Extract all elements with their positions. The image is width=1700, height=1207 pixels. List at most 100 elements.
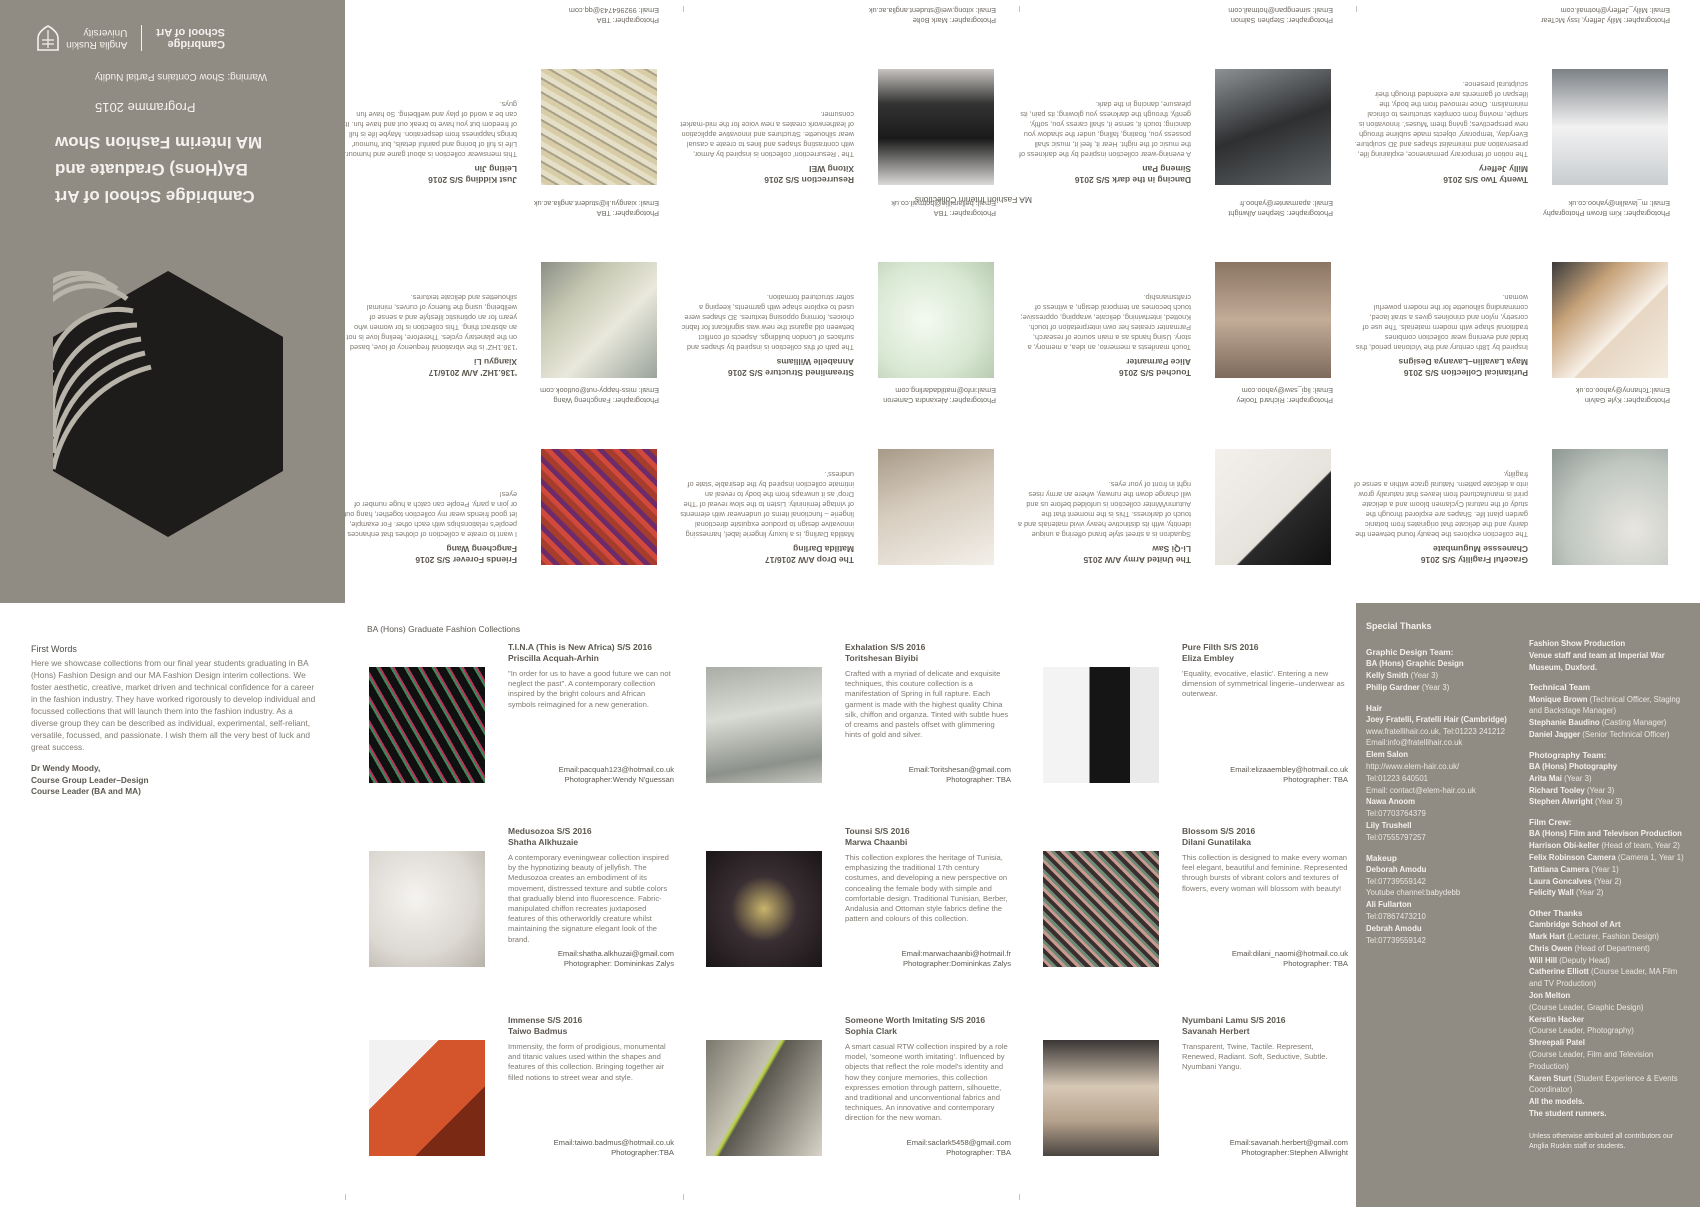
collection-text: Pure Filth S/S 2016 Eliza Embley 'Equality…: [1182, 642, 1348, 700]
photographer-credit: Photographer: TBA: [1283, 959, 1348, 968]
collection-contact: Email:pacquah123@hotmail.co.uk Photograph…: [508, 765, 674, 785]
photographer-credit: Photographer: Domininkas Zalys: [563, 959, 674, 968]
thanks-contact: Tel:07555797257: [1366, 832, 1426, 842]
person-name: Philip Gardner: [1366, 682, 1420, 692]
email-link[interactable]: Email:Tchanny@yahoo.co.uk: [1354, 385, 1674, 395]
photographer-credit: Photographer:TBA: [611, 1148, 674, 1157]
collection-description: Inspired by 18th century and the Victori…: [1355, 293, 1528, 353]
collection-title: Blossom S/S 2016: [1182, 826, 1256, 836]
thanks-person: Stephen Alwright (Year 3): [1529, 796, 1689, 808]
collection-contact: Email:Toritshesan@gmail.com Photographer:…: [845, 765, 1011, 785]
collection-photo: [706, 667, 822, 783]
thanks-group-heading: Photography Team:: [1529, 749, 1607, 760]
collection-text: Someone Worth Imitating S/S 2016 Sophia C…: [845, 1015, 1011, 1124]
email-link[interactable]: Email:savanah.herbert@gmail.com: [1182, 1138, 1348, 1148]
collection-photo: [1552, 69, 1668, 185]
collection-photo: [706, 1040, 822, 1156]
thanks-person: Stephanie Baudino (Casting Manager): [1529, 717, 1689, 729]
thanks-contact: Youtube channel:babydebb: [1366, 888, 1461, 898]
collection-title: Puritanical Collection S/S 2016: [1403, 368, 1528, 378]
thanks-line: Lily Trushell: [1366, 820, 1412, 830]
photographer-credit: Photographer:Domininkas Zalys: [902, 959, 1011, 968]
collection-contact: Email:savanah.herbert@gmail.com Photograp…: [1182, 1138, 1348, 1158]
person-role: (Deputy Head): [1557, 955, 1610, 965]
collection-photo: [1552, 262, 1668, 378]
thanks-person: Laura Goncalves (Year 2): [1529, 876, 1689, 888]
collection-title: Pure Filth S/S 2016: [1182, 642, 1259, 652]
email-link[interactable]: Email:taiwo.badmus@hotmail.co.uk: [508, 1138, 674, 1148]
thanks-contact: Tel:07739559142: [1366, 935, 1426, 945]
person-role: (Lecturer, Fashion Design): [1564, 932, 1660, 942]
email-link[interactable]: Email:elizaaembley@hotmail.co.uk: [1182, 765, 1348, 775]
email-link[interactable]: Email:Toritshesan@gmail.com: [845, 765, 1011, 775]
collection-photo: [1043, 1040, 1159, 1156]
person-name: Felix Robinson Camera: [1529, 852, 1616, 862]
person-role: (Head of Department): [1572, 943, 1650, 953]
collection-contact: Email:taiwo.badmus@hotmail.co.uk Photogra…: [508, 1138, 674, 1158]
collection-text: Tounsi S/S 2016 Marwa Chaanbi This collect…: [845, 826, 1011, 924]
thanks-line: Deborah Amodu: [1366, 864, 1427, 874]
email-link[interactable]: Email: Milly_Jeffery@hotmail.com: [1354, 5, 1674, 15]
collection-description: This collection is designed to make ever…: [1182, 852, 1348, 893]
collection-contact: Email:marwachaanbi@hotmail.fr Photographe…: [845, 949, 1011, 969]
email-link[interactable]: Email: m_lavallin@yahoo.co.uk: [1354, 198, 1674, 208]
photographer-credit: Photographer: Kim Brown Photography: [1543, 209, 1670, 218]
thanks-line: Joey Fratelli, Fratelli Hair (Cambridge): [1366, 714, 1507, 724]
thanks-column: Fashion Show Production Venue staff and t…: [1529, 638, 1689, 1152]
person-role: (Year 2): [1573, 888, 1604, 898]
collection-contact: Email:dilani_naomi@hotmail.co.uk Photogra…: [1182, 949, 1348, 969]
thanks-person: Richard Tooley (Year 3): [1529, 785, 1689, 797]
photographer-credit: Photographer: TBA: [1283, 775, 1348, 784]
collection-title: Someone Worth Imitating S/S 2016: [845, 1015, 986, 1025]
collection-text: Medusozoa S/S 2016 Shatha Alkhuzaie A cont…: [508, 826, 674, 945]
photographer-credit: Photographer:Wendy N'guessan: [564, 775, 674, 784]
person-name: Jon Melton: [1529, 991, 1571, 1001]
thanks-person: Tattiana Camera (Year 1): [1529, 864, 1689, 876]
thanks-line: All the models.: [1529, 1097, 1585, 1107]
collection-text: Immense S/S 2016 Taiwo Badmus Immensity, t…: [508, 1015, 674, 1083]
email-link[interactable]: Email:marwachaanbi@hotmail.fr: [845, 949, 1011, 959]
designer-name: Sophia Clark: [845, 1026, 897, 1037]
collection-contact: Email:elizaaembley@hotmail.co.uk Photogra…: [1182, 765, 1348, 785]
designer-name: Toritshesan Biyibi: [845, 653, 919, 664]
email-link[interactable]: Email:saclark5458@gmail.com: [845, 1138, 1011, 1148]
collection-contact: Photographer: Milly Jeffery, Issy McTear…: [1354, 5, 1674, 25]
email-link[interactable]: Email:dilani_naomi@hotmail.co.uk: [1182, 949, 1348, 959]
collection-card: Medusozoa S/S 2016 Shatha Alkhuzaie A cont…: [369, 826, 699, 996]
thanks-contact: http://www.elem-hair.co.uk/: [1366, 761, 1460, 771]
collection-card: Twenty Two S/S 2016 Milly Jeffery The noti…: [1344, 5, 1674, 185]
email-link[interactable]: Email:pacquah123@hotmail.co.uk: [508, 765, 674, 775]
person-name: Richard Tooley: [1529, 785, 1585, 795]
thanks-contact: Tel:07703764379: [1366, 809, 1426, 819]
email-link[interactable]: Email:shatha.alkhuzai@gmail.com: [508, 949, 674, 959]
collection-text: Blossom S/S 2016 Dilani Gunatilaka This co…: [1182, 826, 1348, 894]
thanks-person: Karen Sturt (Student Experience & Events…: [1529, 1073, 1689, 1097]
thanks-line: Nawa Anoom: [1366, 797, 1416, 807]
collection-card: Exhalation S/S 2016 Toritshesan Biyibi Cra…: [706, 642, 1036, 812]
thanks-person: Felicity Wall (Year 2): [1529, 887, 1689, 899]
collection-description: The collection explores the beauty found…: [1353, 470, 1528, 540]
collection-description: Transparent, Twine, Tactile. Represent, …: [1182, 1041, 1328, 1072]
photographer-credit: Photographer:Stephen Allwright: [1241, 1148, 1348, 1157]
collection-photo: [1043, 851, 1159, 967]
person-role: (Casting Manager): [1599, 718, 1667, 728]
collection-title: T.I.N.A (This is New Africa) S/S 2016: [508, 642, 652, 652]
designer-name: Chanessse Mugumbate: [1433, 543, 1528, 554]
designer-name: Priscilla Acquah-Arhin: [508, 653, 599, 664]
thanks-line: Debrah Amodu: [1366, 923, 1422, 933]
person-name: Daniel Jagger: [1529, 729, 1581, 739]
person-name: Laura Goncalves: [1529, 876, 1592, 886]
collection-contact: Photographer: Kim Brown Photography Email…: [1354, 198, 1674, 218]
collection-card: Blossom S/S 2016 Dilani Gunatilaka This co…: [1043, 826, 1373, 996]
thanks-group-heading: Graphic Design Team:: [1366, 647, 1454, 657]
thanks-person: Harrison Obi-keller (Head of team, Year …: [1529, 840, 1689, 852]
thanks-contact: Tel:01223 640501: [1366, 773, 1428, 783]
photographer-credit: Photographer: Kyle Galvin: [1584, 396, 1670, 405]
photographer-credit: Photographer: Milly Jeffery, Issy McTear: [1540, 16, 1670, 25]
collection-card: T.I.N.A (This is New Africa) S/S 2016 Pri…: [369, 642, 699, 812]
thanks-line: Cambridge School of Art: [1529, 920, 1621, 930]
person-name: Stephen Alwright: [1529, 797, 1593, 807]
person-role: (Camera 1, Year 1): [1615, 852, 1684, 862]
collection-title: Tounsi S/S 2016: [845, 826, 910, 836]
designer-name: Milly Jeffery: [1478, 163, 1528, 174]
